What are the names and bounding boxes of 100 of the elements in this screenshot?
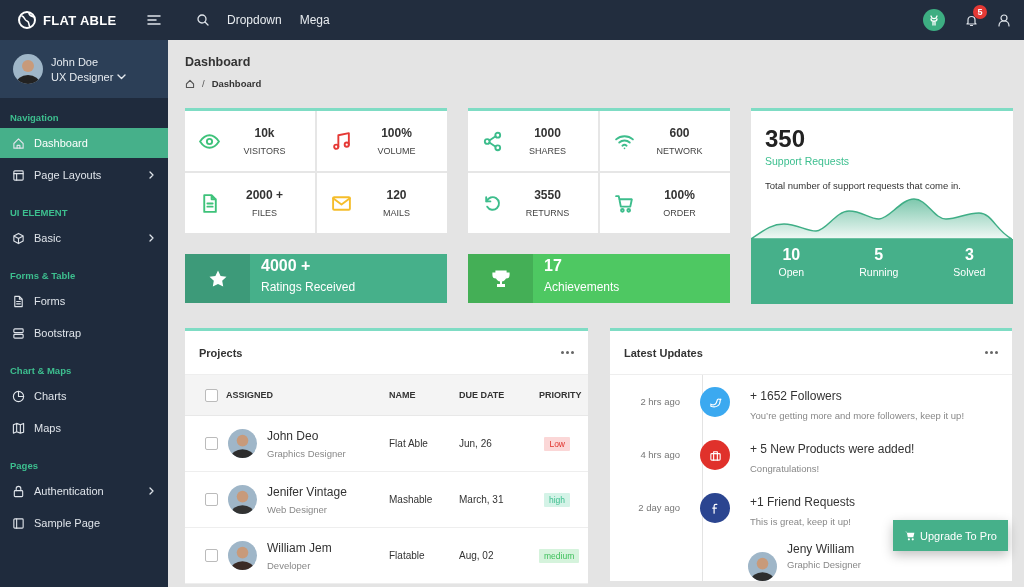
page-title: Dashboard (185, 55, 252, 69)
section-heading: Chart & Maps (9, 364, 73, 378)
stat-value: 2000 + (244, 188, 284, 202)
person-name: John Deo (267, 428, 320, 443)
server-icon (12, 326, 25, 340)
status-label: Running (859, 266, 899, 278)
breadcrumb-separator: / (202, 78, 205, 89)
column-header: DUE DATE (459, 390, 506, 400)
stat-label: FILES (251, 208, 278, 218)
section-heading: Pages (9, 459, 39, 473)
update-text: Congratulations! (750, 463, 821, 474)
github-button[interactable] (923, 9, 945, 31)
chevron-down-icon[interactable] (117, 73, 127, 80)
sidebar-item[interactable]: Sample Page (0, 508, 168, 538)
avatar (228, 541, 257, 570)
person-role: Graphics Designer (267, 447, 346, 459)
status-label: Open (778, 266, 805, 278)
banner-value: 4000 + (261, 257, 312, 275)
trophy-icon (490, 268, 511, 289)
priority-tag: high (543, 492, 570, 507)
bell-icon[interactable] (965, 13, 978, 27)
support-count: 350 (765, 125, 807, 153)
section-heading: Forms & Table (9, 269, 77, 283)
home-icon (12, 136, 25, 150)
stat-value: 600 (668, 126, 691, 140)
status-count: 10 (781, 246, 802, 264)
more-options-icon[interactable] (985, 351, 998, 354)
briefcase-icon (708, 448, 722, 462)
table-cell-text: Mashable (389, 494, 434, 505)
sidebar-item[interactable]: Charts (0, 381, 168, 411)
column-header: NAME (389, 390, 417, 400)
nav-link[interactable]: Mega (299, 13, 330, 27)
column-header: PRIORITY (539, 390, 583, 400)
cart-icon (904, 530, 917, 541)
avatar (228, 429, 257, 458)
sidebar-item[interactable]: Bootstrap (0, 318, 168, 348)
stat-value: 1000 (533, 126, 562, 140)
card-title: Latest Updates (624, 346, 703, 359)
stat-label: RETURNS (524, 208, 571, 218)
update-title: + 1652 Followers (750, 389, 843, 403)
search-icon[interactable] (197, 14, 209, 26)
lock-icon (12, 484, 25, 498)
checkbox[interactable] (205, 549, 218, 562)
nav-link[interactable]: Dropdown (227, 13, 282, 27)
sidebar-panel-icon (12, 516, 25, 530)
breadcrumb-item[interactable]: Dashboard (211, 78, 262, 89)
stat-label: NETWORK (655, 146, 704, 156)
sidebar-item[interactable]: Basic (0, 223, 168, 253)
checkbox[interactable] (205, 437, 218, 450)
stat-label: VISITORS (242, 146, 287, 156)
avatar (13, 54, 43, 84)
home-icon[interactable] (185, 78, 195, 89)
table-cell-text: Flatable (389, 550, 426, 561)
status-label: Solved (953, 266, 986, 278)
checkbox[interactable] (205, 388, 218, 402)
table-cell-text: Jun, 26 (459, 438, 493, 449)
notification-badge: 5 (973, 4, 987, 19)
priority-tag: Low (544, 436, 570, 451)
brand-name: FLAT ABLE (43, 12, 117, 28)
avatar (748, 552, 777, 581)
person-name: Jeny William (787, 542, 856, 556)
globe-logo-icon (17, 10, 37, 30)
user-name: John Doe (51, 55, 100, 68)
status-count: 3 (963, 246, 975, 264)
card-title: Projects (199, 346, 243, 359)
section-heading: UI ELEMENT (9, 206, 69, 220)
sidebar-item[interactable]: Maps (0, 413, 168, 443)
status-count: 5 (873, 246, 885, 264)
update-text: This is great, keep it up! (750, 516, 852, 527)
update-time: 2 day ago (637, 502, 680, 513)
person-name: William Jem (267, 540, 332, 555)
layout-icon (12, 168, 25, 182)
stat-label: ORDER (662, 208, 697, 218)
update-title: + 5 New Products were added! (750, 442, 916, 456)
more-options-icon[interactable] (561, 351, 574, 354)
pie-chart-icon (12, 389, 25, 403)
stat-value: 3550 (533, 188, 562, 202)
stat-label: VOLUME (376, 146, 417, 156)
person-role: Developer (267, 559, 312, 571)
table-cell-text: Aug, 02 (459, 550, 495, 561)
sidebar-item[interactable]: Page Layouts (0, 160, 168, 190)
menu-icon[interactable] (147, 14, 161, 26)
table-cell-text: March, 31 (459, 494, 505, 505)
person-name: Jenifer Vintage (267, 484, 347, 499)
sidebar-item[interactable]: Forms (0, 286, 168, 316)
checkbox[interactable] (205, 493, 218, 506)
map-icon (12, 421, 25, 435)
column-header: ASSIGNED (226, 390, 273, 400)
person-role: Graphic Designer (787, 559, 861, 570)
user-icon[interactable] (998, 13, 1010, 27)
banner-value: 17 (544, 257, 563, 275)
stat-value: 120 (385, 188, 408, 202)
table-cell-text: Flat Able (389, 438, 429, 449)
sidebar-item[interactable]: Authentication (0, 476, 168, 506)
stat-value: 100% (663, 188, 696, 202)
support-label: Support Requests (765, 155, 851, 167)
update-title: +1 Friend Requests (750, 495, 857, 509)
stat-value: 10k (253, 126, 276, 140)
avatar (228, 485, 257, 514)
stat-label: MAILS (382, 208, 411, 218)
